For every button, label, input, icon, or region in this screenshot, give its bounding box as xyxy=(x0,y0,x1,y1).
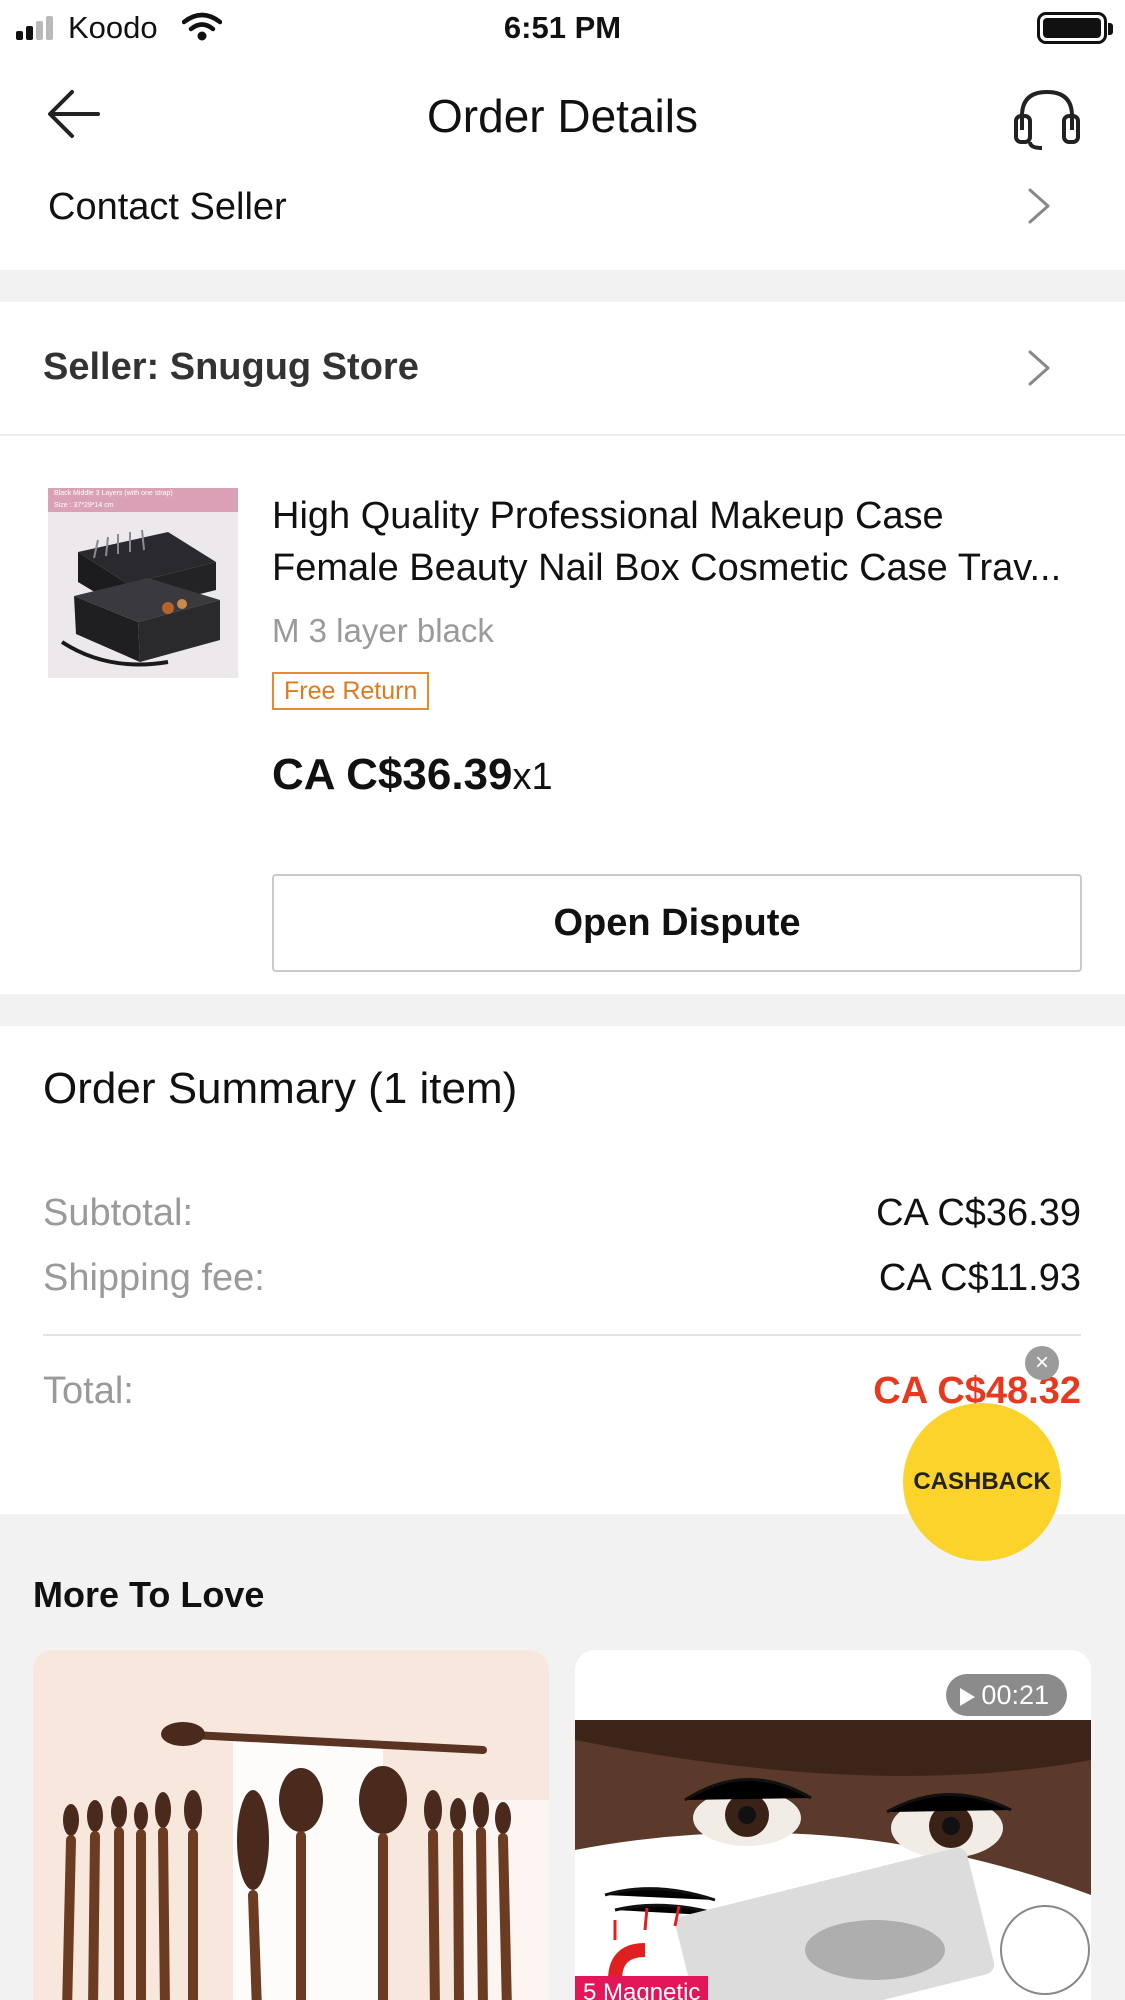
makeup-brushes-image xyxy=(62,1722,549,2000)
product-title-line-2: Female Beauty Nail Box Cosmetic Case Tra… xyxy=(272,547,1062,589)
product-image-size: Size : 37*29*14 cm xyxy=(54,502,114,509)
seller-row[interactable]: Seller: Snugug Store xyxy=(0,302,1125,436)
total-label: Total: xyxy=(43,1370,134,1412)
product-image-caption: Black Middle 3 Layers (with one strap) xyxy=(54,490,173,497)
seller-name: Seller: Snugug Store xyxy=(43,346,419,388)
section-divider xyxy=(0,270,1125,302)
section-divider xyxy=(0,994,1125,1026)
product-price: CA C$36.39 xyxy=(272,750,513,799)
play-icon xyxy=(960,1688,976,1706)
chevron-right-icon xyxy=(1028,188,1050,224)
battery-icon xyxy=(1037,12,1113,44)
product-quantity: x1 xyxy=(512,756,553,798)
free-return-badge: Free Return xyxy=(272,672,430,710)
product-image[interactable]: Black Middle 3 Layers (with one strap) S… xyxy=(48,488,238,678)
subtotal-value: CA C$36.39 xyxy=(876,1192,1081,1234)
chevron-right-icon xyxy=(1028,350,1050,386)
subtotal-label: Subtotal: xyxy=(43,1192,193,1234)
shipping-fee-label: Shipping fee: xyxy=(43,1257,265,1299)
product-variant: M 3 layer black xyxy=(272,612,494,649)
page-title: Order Details xyxy=(427,90,698,142)
price-line: CA C$36.39x1 xyxy=(272,750,553,800)
product-tag: 5 Magnetic xyxy=(575,1976,709,2000)
more-to-love-section: More To Love 00:21 5 Magnetic xyxy=(0,1514,1125,2000)
shipping-fee-value: CA C$11.93 xyxy=(878,1257,1081,1299)
open-dispute-button[interactable]: Open Dispute xyxy=(272,874,1082,972)
summary-divider xyxy=(43,1334,1081,1336)
video-duration-badge: 00:21 xyxy=(946,1674,1067,1716)
contact-seller-row[interactable]: Contact Seller xyxy=(0,172,1125,270)
cashback-button[interactable]: CASHBACK xyxy=(903,1403,1061,1561)
headset-icon[interactable] xyxy=(1012,86,1082,150)
makeup-case-illustration xyxy=(60,529,220,667)
product-title[interactable]: High Quality Professional Makeup Case Fe… xyxy=(272,490,1092,594)
product-title-line-1: High Quality Professional Makeup Case xyxy=(272,495,944,537)
more-to-love-title: More To Love xyxy=(33,1574,265,1615)
navigation-bar: Order Details xyxy=(0,56,1125,172)
status-bar: Koodo 6:51 PM xyxy=(0,0,1125,56)
status-time: 6:51 PM xyxy=(503,10,622,45)
recommendation-card-makeup-brushes[interactable] xyxy=(33,1650,549,2000)
recommendation-card-magnetic-lashes[interactable]: 00:21 5 Magnetic xyxy=(575,1650,1091,2000)
contact-seller-label: Contact Seller xyxy=(48,186,287,228)
close-icon[interactable]: × xyxy=(1025,1346,1059,1380)
video-duration: 00:21 xyxy=(981,1680,1049,1710)
order-summary-title: Order Summary (1 item) xyxy=(43,1064,518,1113)
